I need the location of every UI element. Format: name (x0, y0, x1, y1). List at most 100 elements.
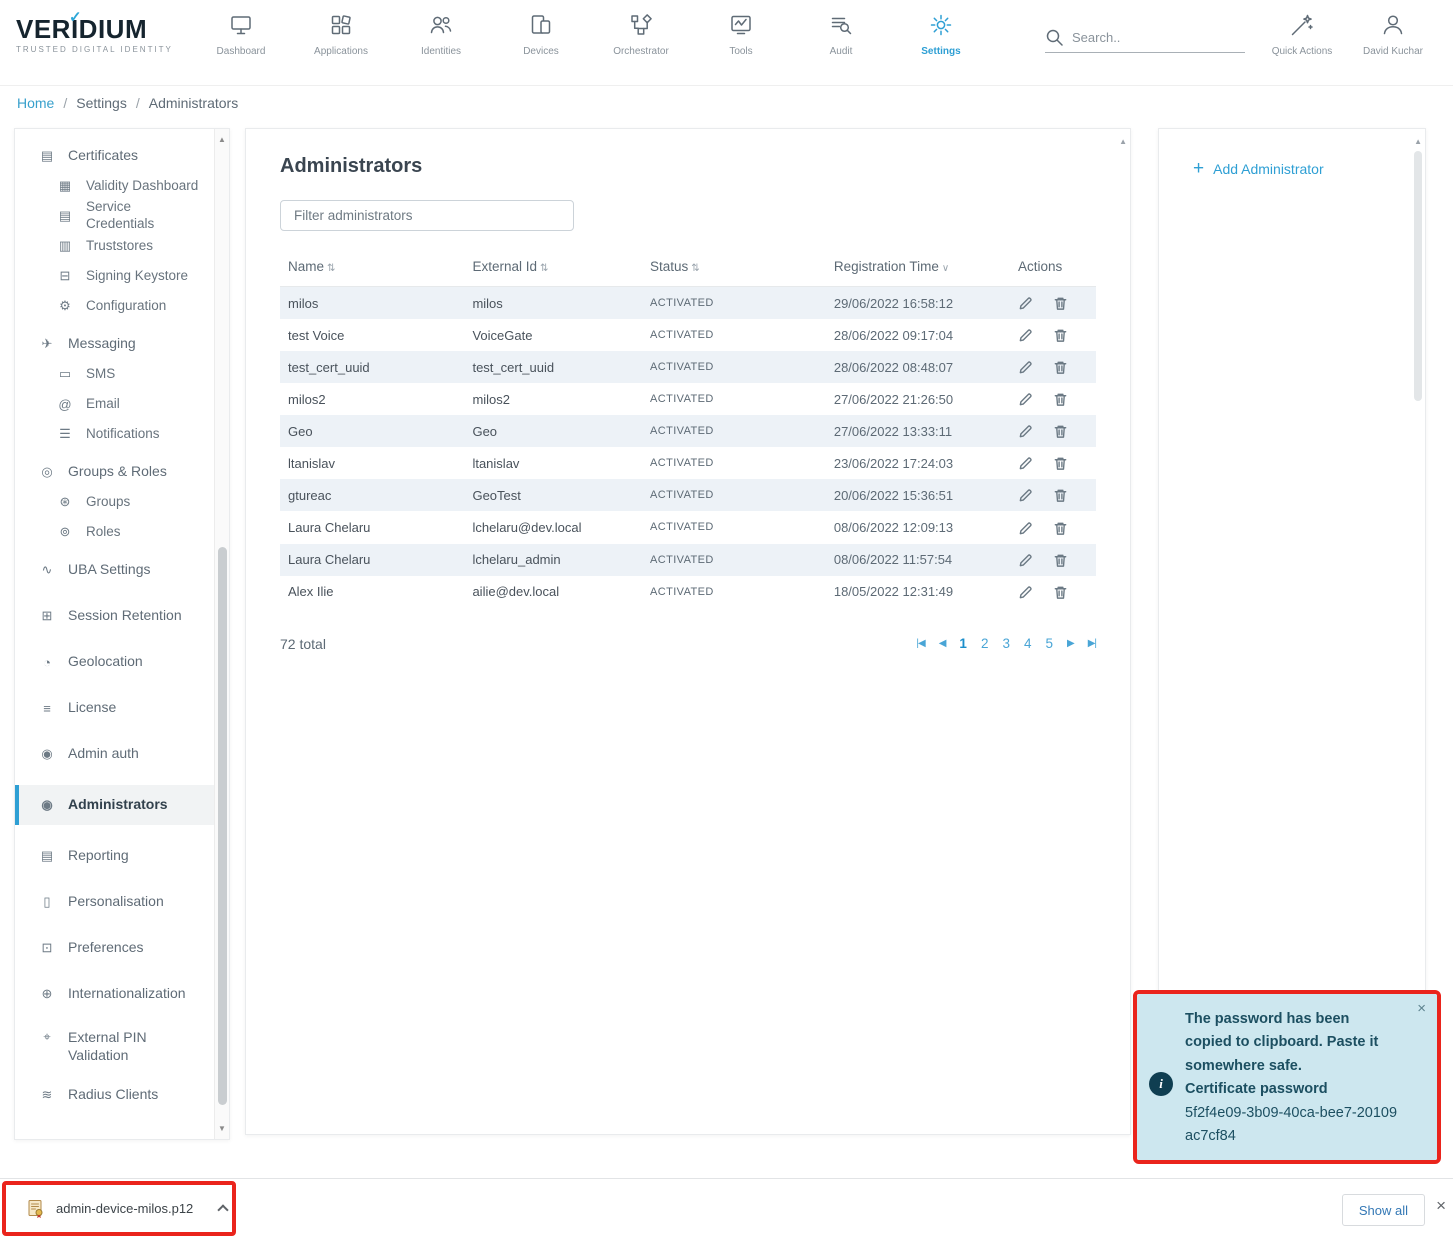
sidebar-item-configuration[interactable]: ⚙Configuration (15, 291, 229, 321)
sidebar-item-external-pin-validation[interactable]: ⌖External PIN Validation (15, 1025, 229, 1064)
edit-icon[interactable] (1018, 359, 1033, 375)
sidebar-item-license[interactable]: ≡License (15, 693, 229, 723)
page-button-2[interactable]: 2 (981, 636, 989, 651)
sidebar-scrollbar-thumb[interactable] (218, 547, 227, 1105)
nav-item-audit[interactable]: Audit (791, 0, 891, 86)
preferences-icon: ⊡ (39, 940, 55, 956)
sidebar-item-sms[interactable]: ▭SMS (15, 359, 229, 389)
edit-icon[interactable] (1018, 391, 1033, 407)
page-button-3[interactable]: 3 (1002, 636, 1010, 651)
download-bar-close-icon[interactable]: × (1436, 1196, 1446, 1216)
nav-item-orchestrator[interactable]: Orchestrator (591, 0, 691, 86)
nav-item-tools[interactable]: Tools (691, 0, 791, 86)
table-row[interactable]: milos milos ACTIVATED 29/06/2022 16:58:1… (280, 287, 1096, 320)
toast-close-icon[interactable]: × (1417, 1000, 1426, 1017)
sidebar-item-validity-dashboard[interactable]: ▦Validity Dashboard (15, 171, 229, 201)
scroll-down-arrow-icon[interactable]: ▼ (215, 1124, 229, 1133)
column-header-name[interactable]: Name⇅ (280, 247, 464, 287)
nav-item-dashboard[interactable]: Dashboard (191, 0, 291, 86)
search-box[interactable] (1045, 28, 1245, 53)
sidebar-item-certificates[interactable]: ▤Certificates (15, 141, 229, 171)
sidebar-item-radius-clients[interactable]: ≋Radius Clients (15, 1080, 229, 1110)
delete-icon[interactable] (1053, 295, 1068, 311)
sidebar-item-admin-auth[interactable]: ◉Admin auth (15, 739, 229, 769)
delete-icon[interactable] (1053, 519, 1068, 535)
edit-icon[interactable] (1018, 327, 1033, 343)
panel-scroll-up-arrow-icon[interactable]: ▲ (1414, 137, 1422, 146)
edit-icon[interactable] (1018, 487, 1033, 503)
table-row[interactable]: milos2 milos2 ACTIVATED 27/06/2022 21:26… (280, 383, 1096, 415)
nav-item-applications[interactable]: Applications (291, 0, 391, 86)
first-page-button[interactable]: |◀ (916, 638, 924, 649)
column-header-external-id[interactable]: External Id⇅ (464, 247, 642, 287)
delete-icon[interactable] (1053, 552, 1068, 568)
table-row[interactable]: Laura Chelaru lchelaru_admin ACTIVATED 0… (280, 544, 1096, 576)
sidebar-item-signing-keystore[interactable]: ⊟Signing Keystore (15, 261, 229, 291)
sidebar-item-reporting[interactable]: ▤Reporting (15, 841, 229, 871)
sidebar-item-messaging[interactable]: ✈Messaging (15, 329, 229, 359)
table-row[interactable]: test Voice VoiceGate ACTIVATED 28/06/202… (280, 319, 1096, 351)
delete-icon[interactable] (1053, 584, 1068, 600)
delete-icon[interactable] (1053, 423, 1068, 439)
page-button-4[interactable]: 4 (1024, 636, 1032, 651)
sidebar-item-preferences[interactable]: ⊡Preferences (15, 933, 229, 963)
column-header-status[interactable]: Status⇅ (642, 247, 826, 287)
scroll-up-arrow-icon[interactable]: ▲ (215, 135, 229, 144)
sidebar-item-email[interactable]: @Email (15, 389, 229, 419)
sidebar-scrollbar[interactable]: ▲ ▼ (214, 129, 229, 1139)
sidebar-item-uba-settings[interactable]: ∿UBA Settings (15, 555, 229, 585)
edit-icon[interactable] (1018, 423, 1033, 439)
edit-icon[interactable] (1018, 584, 1033, 600)
table-row[interactable]: ltanislav ltanislav ACTIVATED 23/06/2022… (280, 447, 1096, 479)
table-row[interactable]: test_cert_uuid test_cert_uuid ACTIVATED … (280, 351, 1096, 383)
delete-icon[interactable] (1053, 487, 1068, 503)
page-button-1[interactable]: 1 (959, 636, 967, 651)
main-scroll-up-arrow-icon[interactable]: ▲ (1119, 137, 1127, 146)
quick-actions-button[interactable]: Quick Actions (1252, 0, 1352, 57)
sidebar-item-session-retention[interactable]: ⊞Session Retention (15, 601, 229, 631)
sidebar-item-administrators[interactable]: ◉Administrators (15, 785, 229, 825)
sidebar-item-geolocation[interactable]: ◔Geolocation (15, 647, 229, 677)
nav-item-identities[interactable]: Identities (391, 0, 491, 86)
prev-page-button[interactable]: ◀ (939, 638, 946, 649)
sidebar-item-roles[interactable]: ⊚Roles (15, 517, 229, 547)
table-row[interactable]: Geo Geo ACTIVATED 27/06/2022 13:33:11 (280, 415, 1096, 447)
table-row[interactable]: Laura Chelaru lchelaru@dev.local ACTIVAT… (280, 511, 1096, 543)
devices-icon (491, 12, 591, 42)
page-button-5[interactable]: 5 (1045, 636, 1053, 651)
sidebar-item-notifications[interactable]: ☰Notifications (15, 419, 229, 449)
breadcrumb-settings[interactable]: Settings (76, 95, 127, 111)
veridium-logo[interactable]: VERIDIUM ✓ TRUSTED DIGITAL IDENTITY (16, 16, 186, 54)
search-input[interactable] (1072, 30, 1222, 45)
delete-icon[interactable] (1053, 327, 1068, 343)
table-row[interactable]: Alex Ilie ailie@dev.local ACTIVATED 18/0… (280, 576, 1096, 608)
panel-scrollbar-thumb[interactable] (1414, 151, 1422, 401)
sidebar-item-groups-roles[interactable]: ◎Groups & Roles (15, 457, 229, 487)
user-menu[interactable]: David Kuchar (1343, 0, 1443, 57)
delete-icon[interactable] (1053, 455, 1068, 471)
add-administrator-button[interactable]: + Add Administrator (1193, 159, 1425, 178)
delete-icon[interactable] (1053, 359, 1068, 375)
nav-item-settings[interactable]: Settings (891, 0, 991, 86)
chevron-up-icon[interactable] (218, 1204, 229, 1215)
sidebar-item-internationalization[interactable]: ⊕Internationalization (15, 979, 229, 1009)
next-page-button[interactable]: ▶ (1067, 638, 1074, 649)
breadcrumb-home[interactable]: Home (17, 95, 54, 111)
downloaded-file-chip[interactable]: admin-device-milos.p12 (6, 1199, 227, 1219)
sidebar-item-truststores[interactable]: ▥Truststores (15, 231, 229, 261)
table-row[interactable]: gtureac GeoTest ACTIVATED 20/06/2022 15:… (280, 479, 1096, 511)
last-page-button[interactable]: ▶| (1088, 638, 1096, 649)
edit-icon[interactable] (1018, 552, 1033, 568)
page-title: Administrators (280, 155, 1096, 178)
filter-administrators-input[interactable] (280, 200, 574, 231)
sidebar-item-service-credentials[interactable]: ▤Service Credentials (15, 201, 229, 231)
edit-icon[interactable] (1018, 295, 1033, 311)
sidebar-item-personalisation[interactable]: ▯Personalisation (15, 887, 229, 917)
nav-item-devices[interactable]: Devices (491, 0, 591, 86)
show-all-button[interactable]: Show all (1342, 1194, 1425, 1226)
edit-icon[interactable] (1018, 519, 1033, 535)
edit-icon[interactable] (1018, 455, 1033, 471)
column-header-registration-time[interactable]: Registration Time∨ (826, 247, 1010, 287)
delete-icon[interactable] (1053, 391, 1068, 407)
sidebar-item-groups[interactable]: ⊛Groups (15, 487, 229, 517)
